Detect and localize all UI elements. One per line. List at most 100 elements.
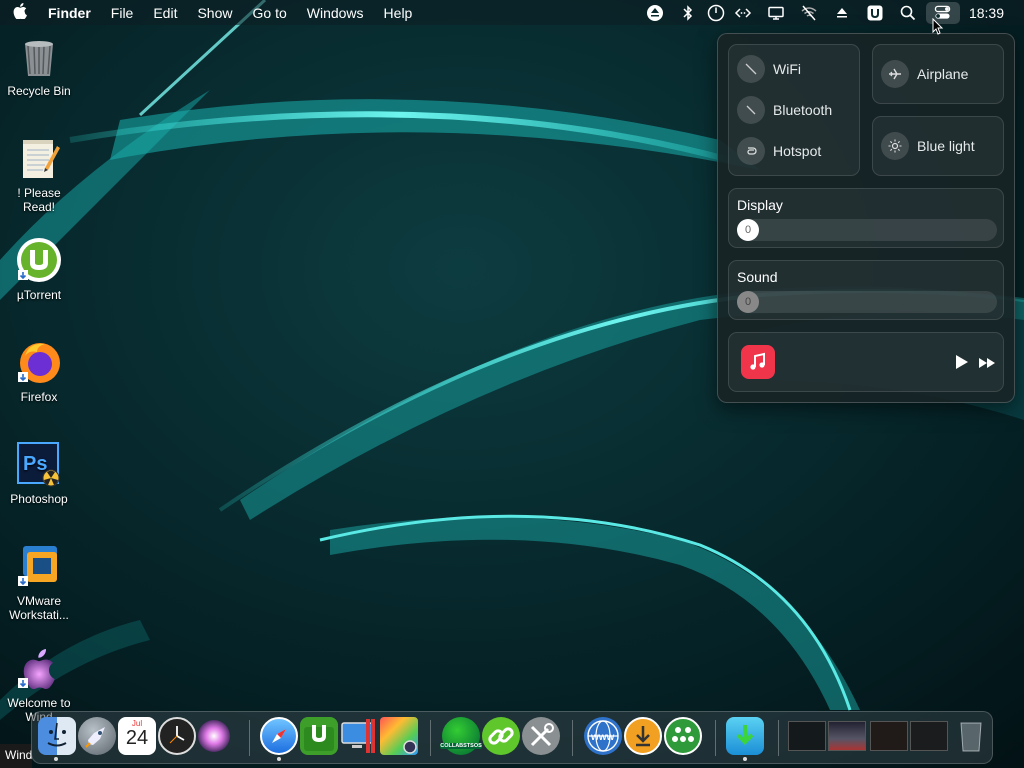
window-thumbnail-4[interactable] — [910, 721, 948, 751]
hotspot-toggle[interactable]: Hotspot — [737, 137, 821, 165]
windows-taskbar-start[interactable]: Windows — [0, 744, 32, 768]
bluetooth-icon — [737, 96, 765, 124]
desktop-icon-label: VMware Workstati... — [9, 594, 69, 622]
blue-light-label: Blue light — [917, 138, 975, 154]
desktop-icon-please-read[interactable]: ! Please Read! — [0, 134, 78, 214]
display-label: Display — [737, 197, 783, 213]
apple-menu-icon[interactable] — [0, 2, 40, 23]
code-icon[interactable] — [727, 0, 760, 25]
photoshop-icon: Ps — [15, 440, 63, 488]
calendar-day: 24 — [125, 727, 149, 749]
safari-icon[interactable] — [260, 717, 298, 755]
desktop-icon-vmware[interactable]: VMware Workstati... — [0, 542, 78, 622]
launchpad-icon[interactable] — [78, 717, 116, 755]
search-icon[interactable] — [892, 0, 925, 25]
eject-icon[interactable] — [826, 0, 859, 25]
network-icon[interactable] — [664, 717, 702, 755]
airplane-label: Airplane — [917, 66, 969, 82]
music-tile — [728, 332, 1004, 392]
dock-separator — [778, 720, 779, 756]
sound-label: Sound — [737, 269, 778, 285]
menu-show[interactable]: Show — [187, 5, 242, 21]
blue-light-toggle[interactable]: Blue light — [872, 116, 1004, 176]
airplane-icon — [881, 60, 909, 88]
dock-separator — [249, 720, 250, 756]
hotspot-label: Hotspot — [773, 143, 822, 159]
eject-icon[interactable] — [639, 0, 672, 25]
calendar-icon[interactable]: Jul 24 — [118, 717, 156, 755]
sound-slider[interactable]: 0 — [737, 291, 997, 313]
menu-clock[interactable]: 18:39 — [961, 5, 1024, 21]
u-app-icon[interactable] — [859, 0, 892, 25]
notepad-icon — [15, 134, 63, 182]
desktop-icon-utorrent[interactable]: µTorrent — [0, 236, 78, 302]
menu-edit[interactable]: Edit — [143, 5, 187, 21]
bluetooth-toggle[interactable]: Bluetooth — [737, 96, 832, 124]
airplane-toggle[interactable]: Airplane — [872, 44, 1004, 104]
sound-tile: Sound 0 — [728, 260, 1004, 320]
www-icon[interactable]: www — [584, 717, 622, 755]
svg-text:Ps: Ps — [23, 453, 47, 475]
dock-separator — [572, 720, 573, 756]
sound-slider-knob[interactable]: 0 — [737, 291, 759, 313]
wifi-off-icon[interactable] — [793, 0, 826, 25]
play-icon[interactable] — [955, 354, 969, 375]
wifi-toggle[interactable]: WiFi — [737, 55, 801, 83]
menu-go-to[interactable]: Go to — [243, 5, 297, 21]
fast-forward-icon[interactable] — [978, 356, 996, 374]
dock-separator — [715, 720, 716, 756]
menu-bar: Finder File Edit Show Go to Windows Help… — [0, 0, 1024, 25]
tools-icon[interactable] — [522, 717, 560, 755]
control-center-panel: WiFi Bluetooth Hotspot Airplane Blue lig… — [717, 33, 1015, 403]
window-thumbnail-2[interactable] — [828, 721, 866, 751]
dock: Jul 24 COLLABSTSOS www — [31, 711, 993, 764]
display-slider-knob[interactable]: 0 — [737, 219, 759, 241]
menu-finder[interactable]: Finder — [40, 5, 101, 21]
window-thumbnail-1[interactable] — [788, 721, 826, 751]
bluetooth-icon[interactable] — [672, 0, 705, 25]
window-thumbnail-3[interactable] — [870, 721, 908, 751]
link-icon[interactable] — [482, 717, 520, 755]
connectivity-tile: WiFi Bluetooth Hotspot — [728, 44, 860, 176]
svg-text:www: www — [590, 732, 615, 743]
desktop-icon-label: µTorrent — [16, 288, 62, 302]
menu-file[interactable]: File — [101, 5, 144, 21]
desktop-icon-label: Recycle Bin — [7, 84, 71, 98]
hotspot-icon — [737, 137, 765, 165]
collabstsos-label: COLLABSTSOS — [440, 743, 482, 749]
menu-help[interactable]: Help — [374, 5, 423, 21]
utorrent-icon[interactable] — [300, 717, 338, 755]
photo-booth-icon[interactable] — [380, 717, 418, 755]
firefox-icon — [15, 338, 63, 386]
utorrent-icon — [15, 236, 63, 284]
bluetooth-label: Bluetooth — [773, 102, 833, 118]
desktop-icon-label: Firefox — [20, 390, 58, 404]
display-slider[interactable]: 0 — [737, 219, 997, 241]
collabstsos-icon[interactable]: COLLABSTSOS — [440, 717, 482, 755]
recycle-bin-icon — [15, 32, 63, 80]
clock-icon[interactable] — [158, 717, 196, 755]
remote-desktop-icon[interactable] — [340, 717, 378, 755]
menu-windows[interactable]: Windows — [297, 5, 374, 21]
timer-icon[interactable] — [705, 0, 727, 25]
status-area: 18:39 — [639, 0, 1024, 25]
desktop-icon-photoshop[interactable]: Ps Photoshop — [0, 440, 78, 506]
running-indicator — [54, 757, 58, 761]
siri-icon[interactable] — [198, 720, 230, 752]
running-indicator — [743, 757, 747, 761]
wifi-label: WiFi — [773, 61, 801, 77]
music-note-icon[interactable] — [741, 345, 775, 379]
brightness-icon — [881, 132, 909, 160]
desktop-icon-recycle-bin[interactable]: Recycle Bin — [0, 32, 78, 98]
downloads-folder-icon[interactable] — [726, 717, 764, 755]
trash-icon[interactable] — [952, 717, 990, 755]
download-icon[interactable] — [624, 717, 662, 755]
display-tile: Display 0 — [728, 188, 1004, 248]
finder-icon[interactable] — [38, 717, 76, 755]
vmware-icon — [15, 542, 63, 590]
apple-welcome-icon — [15, 644, 63, 692]
desktop-icon-firefox[interactable]: Firefox — [0, 338, 78, 404]
running-indicator — [277, 757, 281, 761]
display-icon[interactable] — [760, 0, 793, 25]
desktop-icon-label: ! Please Read! — [17, 186, 61, 214]
